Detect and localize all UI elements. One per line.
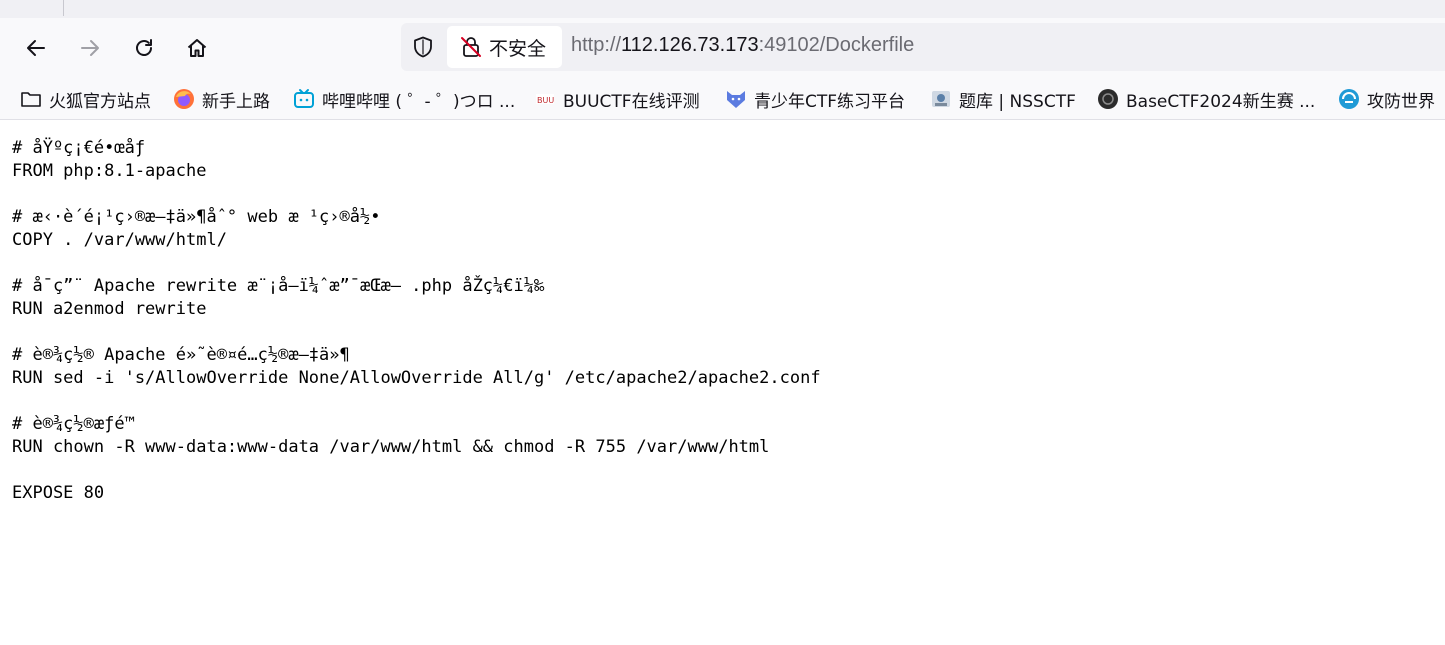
reload-button[interactable] <box>126 30 162 66</box>
url-host: 112.126.73.173 <box>621 34 759 56</box>
bookmark-item[interactable]: 题库 | NSSCTF <box>930 87 1076 112</box>
code-line: # åŸºç¡€é•œåƒ <box>12 138 146 158</box>
svg-text:BUU: BUU <box>537 96 554 105</box>
bookmark-label: 火狐官方站点 <box>49 91 151 112</box>
bookmark-label: BUUCTF在线评测 <box>563 91 700 112</box>
code-line: # å¯ç”¨ Apache rewrite æ¨¡å—ï¼ˆæ”¯æŒæ— .… <box>12 276 545 296</box>
bookmark-item[interactable]: 青少年CTF练习平台 <box>725 87 906 112</box>
bookmark-label: 哔哩哔哩 ( ゜- ゜)つロ ... <box>322 91 516 112</box>
code-line: RUN chown -R www-data:www-data /var/www/… <box>12 437 770 457</box>
bookmark-label: 青少年CTF练习平台 <box>754 91 906 112</box>
folder-icon <box>20 88 42 110</box>
browser-window: 不安全 http://112.126.73.173:49102/Dockerfi… <box>0 0 1445 645</box>
security-label: 不安全 <box>489 37 547 60</box>
code-line: RUN sed -i 's/AllowOverride None/AllowOv… <box>12 368 821 388</box>
code-line: FROM php:8.1-apache <box>12 161 207 181</box>
bookmark-item[interactable]: 火狐官方站点 <box>20 87 151 112</box>
code-line: COPY . /var/www/html/ <box>12 230 227 250</box>
navigation-toolbar: 不安全 http://112.126.73.173:49102/Dockerfi… <box>0 18 1445 78</box>
forward-button[interactable] <box>72 30 108 66</box>
bookmark-label: BaseCTF2024新生赛 ... <box>1126 91 1316 112</box>
fox-icon <box>725 88 747 110</box>
code-line: # æ‹·è´é¡¹ç›®æ–‡ä»¶åˆ° web æ ¹ç›®å½• <box>12 207 381 227</box>
buuctf-icon: BUU <box>534 88 556 110</box>
bookmark-item[interactable]: BUU BUUCTF在线评测 <box>534 87 700 112</box>
url-text[interactable]: http://112.126.73.173:49102/Dockerfile <box>571 34 914 57</box>
bookmark-label: 攻防世界 <box>1367 91 1435 112</box>
arrow-right-icon <box>81 40 99 56</box>
dockerfile-text: # åŸºç¡€é•œåƒ FROM php:8.1-apache # æ‹·è´é… <box>12 137 1432 505</box>
insecure-lock-icon <box>461 37 481 57</box>
page-content: # åŸºç¡€é•œåƒ FROM php:8.1-apache # æ‹·è´é… <box>12 137 1432 505</box>
bookmark-item[interactable]: 哔哩哔哩 ( ゜- ゜)つロ ... <box>293 87 516 112</box>
bookmark-item[interactable]: 新手上路 <box>173 87 270 112</box>
reload-icon <box>136 39 152 56</box>
address-bar[interactable]: 不安全 http://112.126.73.173:49102/Dockerfi… <box>401 23 1445 71</box>
arrow-left-icon <box>27 40 45 56</box>
home-icon <box>187 39 207 57</box>
site-security-indicator[interactable]: 不安全 <box>447 26 562 68</box>
code-line: EXPOSE 80 <box>12 483 105 503</box>
adworld-icon <box>1338 88 1360 110</box>
home-button[interactable] <box>179 30 215 66</box>
url-path: :49102/Dockerfile <box>758 34 915 56</box>
nssctf-icon <box>930 88 952 110</box>
bookmark-item[interactable]: BaseCTF2024新生赛 ... <box>1097 87 1316 112</box>
bookmark-label: 新手上路 <box>202 91 270 112</box>
bookmarks-toolbar: 火狐官方站点 新手上路 哔哩哔哩 ( ゜- ゜)つロ ... BUU BUUCT… <box>0 78 1445 120</box>
tab-separator <box>63 0 64 16</box>
bookmark-label: 题库 | NSSCTF <box>959 91 1076 112</box>
url-scheme: http:// <box>571 34 622 56</box>
bookmark-item[interactable]: 攻防世界 <box>1338 87 1435 112</box>
code-line: RUN a2enmod rewrite <box>12 299 207 319</box>
back-button[interactable] <box>18 30 54 66</box>
tracking-protection-shield-icon[interactable] <box>411 35 435 59</box>
code-line: # è®¾ç½®æƒé™ <box>12 414 135 434</box>
code-line: # è®¾ç½® Apache é»˜è®¤é…ç½®æ–‡ä»¶ <box>12 345 350 365</box>
bilibili-icon <box>293 88 315 110</box>
firefox-icon <box>173 88 195 110</box>
basectf-icon <box>1097 88 1119 110</box>
tab-strip <box>0 0 1445 18</box>
